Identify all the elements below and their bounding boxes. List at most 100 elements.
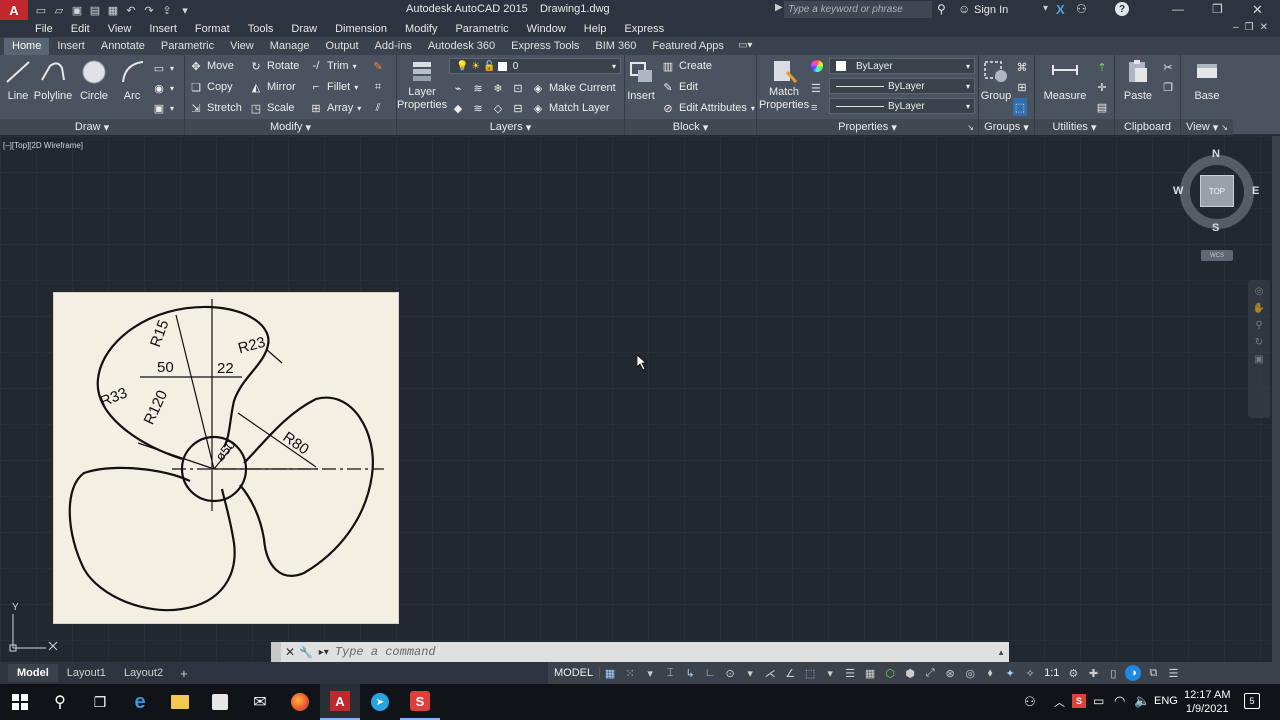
settings-gear-icon[interactable]: ⚙ — [1065, 665, 1081, 681]
layer-lock-tool-icon[interactable]: ⊡ — [511, 81, 525, 95]
sign-in-link[interactable]: Sign In — [974, 4, 1008, 16]
workspace-icon[interactable]: ⊛ — [942, 665, 958, 681]
customize-command-icon[interactable]: 🔧 — [299, 646, 313, 659]
save-as-icon[interactable]: ▤ — [86, 2, 104, 18]
menu-file[interactable]: File — [26, 23, 62, 35]
block-panel-title[interactable]: Block ▾ — [625, 119, 756, 135]
fillet-tool[interactable]: ⌐ Fillet ▾ — [309, 78, 358, 96]
viewcube[interactable]: TOP N S W E — [1173, 148, 1260, 234]
insert-tool[interactable]: Insert — [618, 58, 664, 102]
user-icon[interactable]: ☺ — [958, 2, 970, 16]
layer-isolate-icon[interactable]: ≋ — [471, 81, 485, 95]
task-view-icon[interactable]: ❐ — [80, 684, 120, 720]
tab-add-ins[interactable]: Add-ins — [367, 38, 420, 55]
view-panel-title[interactable]: View ▾ ↘ — [1181, 119, 1233, 135]
erase-tool[interactable]: ✎ — [371, 57, 385, 75]
screen-recorder-icon[interactable]: S — [400, 684, 440, 720]
snap-icon[interactable]: ⁙ — [622, 665, 638, 681]
hardware-acceleration-icon[interactable]: ◑ — [1125, 665, 1142, 681]
search-icon[interactable]: ⚲ — [40, 684, 80, 720]
recent-commands-icon[interactable]: ▸▾ — [319, 647, 329, 658]
add-layout-icon[interactable]: + — [172, 666, 196, 681]
tab-view[interactable]: View — [222, 38, 262, 55]
notifications-icon[interactable]: 5 — [1244, 693, 1260, 709]
match-layer-tool[interactable]: ◈ Match Layer — [531, 99, 610, 117]
dynamic-input-icon[interactable]: ⌶ — [662, 665, 678, 681]
utilities-panel-title[interactable]: Utilities ▾ — [1035, 119, 1114, 135]
close-command-icon[interactable]: ✕ — [285, 645, 295, 659]
search-input[interactable]: Type a keyword or phrase — [784, 1, 932, 18]
command-grip[interactable] — [271, 642, 281, 662]
reference-image[interactable]: R15 R23 50 22 R33 R120 ø50 R80 — [53, 292, 399, 624]
dynamic-ucs-icon[interactable]: ▦ — [862, 665, 878, 681]
drawing-canvas[interactable]: [–][Top][2D Wireframe] TOP N S W E WCS ◎… — [0, 136, 1272, 662]
base-view-tool[interactable]: Base — [1184, 58, 1230, 102]
isolate-objects-icon[interactable]: ▯ — [1105, 665, 1121, 681]
properties-panel-title[interactable]: Properties ▾ ↘ — [757, 119, 978, 135]
groups-panel-title[interactable]: Groups ▾ — [979, 119, 1034, 135]
region-tool[interactable]: ▣ ▾ — [152, 99, 174, 117]
layer-dropdown[interactable]: 💡 ☀ 🔓 0 ▾ — [449, 58, 621, 74]
explode-tool[interactable]: ⌗ — [371, 78, 385, 96]
ungroup-tool[interactable]: ⌘ — [1015, 58, 1029, 76]
layer-off-icon[interactable]: ⌁ — [451, 81, 465, 95]
store-icon[interactable] — [200, 684, 240, 720]
tab-output[interactable]: Output — [318, 38, 367, 55]
annotation-scale-icon[interactable]: ✦ — [1002, 665, 1018, 681]
viewcube-top-face[interactable]: TOP — [1200, 175, 1234, 207]
telegram-icon[interactable]: ➤ — [360, 684, 400, 720]
infer-constraints-icon[interactable]: ▾ — [642, 665, 658, 681]
annotation-monitor-icon[interactable]: ◎ — [962, 665, 978, 681]
edit-attributes-tool[interactable]: ⊘ Edit Attributes ▾ — [661, 99, 755, 117]
linetype-dropdown[interactable]: ByLayer ▾ — [829, 78, 975, 94]
copy-tool[interactable]: ❏ Copy — [189, 78, 233, 96]
sign-in-dropdown-icon[interactable]: ▾ — [1043, 3, 1048, 14]
gizmo-icon[interactable]: ⬢ — [902, 665, 918, 681]
mail-icon[interactable]: ✉ — [240, 684, 280, 720]
match-properties-tool[interactable]: Match Properties — [759, 58, 809, 112]
tray-recorder-icon[interactable]: S — [1072, 694, 1086, 708]
menu-window[interactable]: Window — [518, 23, 575, 35]
annotation-scale-value[interactable]: 1:1 — [1040, 667, 1063, 679]
rotate-tool[interactable]: ↻ Rotate — [249, 57, 299, 75]
properties-dialog-launcher-icon[interactable]: ↘ — [967, 123, 974, 132]
menu-express[interactable]: Express — [615, 23, 673, 35]
group-edit-tool[interactable]: ⊞ — [1015, 78, 1029, 96]
modify-panel-title[interactable]: Modify ▾ — [185, 119, 396, 135]
share-icon[interactable]: ⇪ — [158, 2, 176, 18]
edge-browser-icon[interactable]: e — [120, 684, 160, 720]
viewcube-south[interactable]: S — [1212, 222, 1219, 234]
calculator-tool[interactable]: ▤ — [1095, 98, 1109, 116]
object-snap-tracking-icon[interactable]: ▾ — [742, 665, 758, 681]
binoculars-icon[interactable]: ⚲ — [937, 2, 946, 16]
battery-icon[interactable]: ▭ — [1093, 694, 1104, 708]
annotation-add-icon[interactable]: ✚ — [1085, 665, 1101, 681]
menu-tools[interactable]: Tools — [239, 23, 283, 35]
rectangle-tool[interactable]: ▭ ▾ — [152, 59, 174, 77]
stretch-tool[interactable]: ⇲ Stretch — [189, 99, 241, 117]
scale-tool[interactable]: ◳ Scale — [249, 99, 295, 117]
menu-view[interactable]: View — [99, 23, 141, 35]
color-dropdown[interactable]: ByLayer ▾ — [829, 58, 975, 74]
wifi-icon[interactable]: ◠ — [1114, 693, 1125, 709]
autocad-taskbar-icon[interactable]: A — [320, 684, 360, 720]
volume-icon[interactable]: 🔈 — [1134, 693, 1150, 709]
copy-clip-tool[interactable]: ❐ — [1161, 78, 1175, 96]
menu-parametric[interactable]: Parametric — [446, 23, 517, 35]
transparency-icon[interactable]: ⬚ — [802, 665, 818, 681]
edit-block-tool[interactable]: ✎ Edit — [661, 78, 698, 96]
units-icon[interactable]: ⬧ — [982, 665, 998, 681]
quick-select-tool[interactable]: ⇡ — [1095, 58, 1109, 76]
file-explorer-icon[interactable] — [160, 684, 200, 720]
tab-express-tools[interactable]: Express Tools — [503, 38, 587, 55]
windows-start-icon[interactable] — [0, 684, 40, 720]
tab-annotate[interactable]: Annotate — [93, 38, 153, 55]
viewcube-east[interactable]: E — [1252, 185, 1259, 197]
lineweight-toggle-icon[interactable]: ∠ — [782, 665, 798, 681]
selection-filter-icon[interactable]: ⬡ — [882, 665, 898, 681]
paste-tool[interactable]: Paste — [1115, 58, 1161, 102]
infocenter-expand-icon[interactable]: ▶ — [775, 2, 783, 13]
undo-icon[interactable]: ↶ — [122, 2, 140, 18]
viewcube-north[interactable]: N — [1212, 148, 1220, 160]
menu-edit[interactable]: Edit — [62, 23, 99, 35]
